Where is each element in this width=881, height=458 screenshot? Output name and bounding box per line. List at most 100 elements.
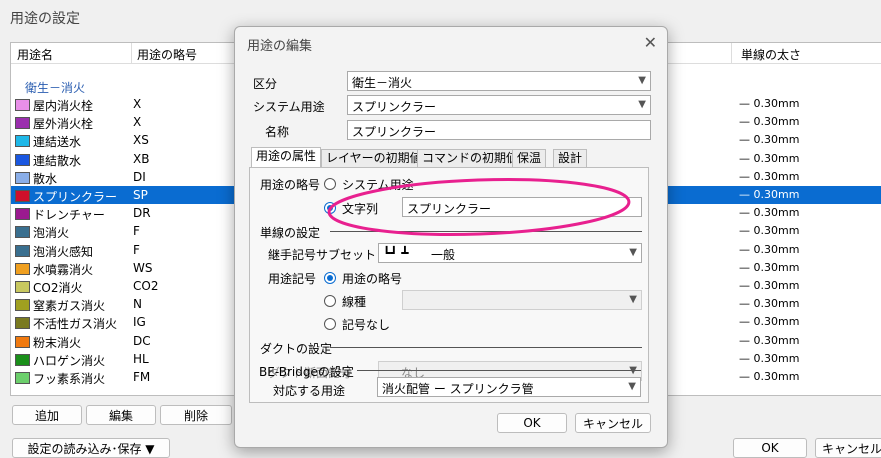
tab-layer-defaults[interactable]: レイヤーの初期値 [321, 149, 427, 167]
row-abbr: SP [133, 188, 148, 202]
row-width: — 0.30mm [739, 97, 800, 110]
row-width: — 0.30mm [739, 370, 800, 383]
color-swatch [15, 190, 30, 202]
radio-none[interactable] [324, 318, 336, 330]
bebridge-label: 対応する用途 [273, 384, 346, 398]
color-swatch [15, 117, 30, 130]
fitting-select[interactable]: ┗┛ ┻ 一般 ▼ [378, 243, 642, 263]
system-label: システム用途 [253, 100, 325, 114]
radio-system-usage-label: システム用途 [342, 178, 414, 192]
system-select[interactable]: スプリンクラー ▼ [347, 95, 651, 115]
chevron-down-icon: ▼ [628, 381, 636, 392]
row-width: — 0.30mm [739, 260, 800, 274]
row-name: 連結散水 [33, 153, 82, 168]
abbr-string-input[interactable]: スプリンクラー [402, 197, 642, 217]
row-abbr: WS [133, 260, 153, 275]
row-width: — 0.30mm [739, 115, 800, 129]
window-title: 用途の設定 [10, 11, 80, 27]
color-swatch [15, 353, 30, 366]
bg-ok-button[interactable]: OK [733, 438, 807, 458]
dialog-title: 用途の編集 [247, 39, 313, 54]
row-abbr: DR [133, 206, 151, 221]
chevron-down-icon: ▼ [629, 247, 637, 258]
delete-button[interactable]: 削除 [160, 405, 232, 425]
row-abbr: DC [133, 333, 151, 348]
category-label: 区分 [253, 77, 278, 91]
tab-command-defaults[interactable]: コマンドの初期値 [417, 149, 524, 167]
header-abbr[interactable]: 用途の略号 [137, 46, 197, 63]
row-width: — 0.30mm [739, 169, 800, 183]
row-name: フッ素系消火 [33, 372, 106, 386]
edit-usage-dialog: 用途の編集 ✕ 区分 衛生－消火 ▼ システム用途 スプリンクラー ▼ 名称 スプリ… [234, 26, 668, 448]
row-name: ハロゲン消火 [33, 353, 106, 368]
dialog-cancel-button[interactable]: キャンセル [575, 413, 651, 433]
radio-symbol-abbr-label: 用途の略号 [342, 272, 403, 286]
color-swatch [15, 135, 30, 148]
row-width: — 0.30mm [739, 297, 800, 311]
color-swatch [15, 171, 30, 184]
color-swatch [15, 226, 30, 239]
chevron-down-icon: ▼ [638, 99, 646, 110]
close-icon[interactable]: ✕ [644, 33, 657, 52]
radio-symbol-abbr[interactable] [324, 272, 336, 284]
row-abbr: XB [133, 151, 150, 166]
row-abbr: X [133, 115, 142, 130]
radio-string[interactable] [324, 202, 336, 214]
color-swatch [15, 281, 30, 293]
fitting-label: 継手記号サブセット [268, 248, 377, 262]
row-name: スプリンクラー [33, 190, 118, 204]
header-name[interactable]: 用途名 [17, 46, 53, 63]
color-swatch [15, 299, 30, 312]
single-line-section: 単線の設定 [260, 226, 321, 240]
row-abbr: XS [133, 133, 149, 148]
row-abbr: X [133, 97, 142, 111]
fitting-symbol-icon: ┗┛ ┻ [383, 246, 409, 260]
tab-insulation[interactable]: 保温 [512, 149, 547, 167]
row-abbr: CO2 [133, 279, 159, 293]
tab-attributes[interactable]: 用途の属性 [251, 147, 322, 167]
tab-design[interactable]: 設計 [553, 149, 588, 167]
row-name: 不活性ガス消火 [33, 317, 118, 332]
dialog-ok-button[interactable]: OK [497, 413, 567, 433]
row-abbr: FM [133, 370, 151, 384]
row-name: 水噴霧消火 [33, 262, 94, 277]
row-name: 粉末消火 [33, 335, 82, 350]
row-width: — 0.30mm [739, 224, 800, 238]
name-label: 名称 [265, 125, 290, 139]
row-width: — 0.30mm [739, 242, 800, 256]
row-name: 連結送水 [33, 135, 82, 150]
radio-linetype[interactable] [324, 295, 336, 307]
row-width: — 0.30mm [739, 315, 800, 329]
row-width: — 0.30mm [739, 206, 800, 220]
color-swatch [15, 153, 30, 166]
color-swatch [15, 208, 30, 221]
abbr-label: 用途の略号 [260, 178, 321, 192]
row-width: — 0.30mm [739, 279, 800, 292]
load-save-button[interactable]: 設定の読み込み･保存 ▼ [12, 438, 170, 458]
color-swatch [15, 317, 30, 330]
radio-system-usage[interactable] [324, 178, 336, 190]
color-swatch [15, 99, 30, 111]
duct-section: ダクトの設定 [260, 342, 333, 356]
row-width: — 0.30mm [739, 351, 800, 365]
category-select[interactable]: 衛生－消火 ▼ [347, 71, 651, 91]
row-width: — 0.30mm [739, 188, 800, 201]
row-name: 窒素ガス消火 [33, 299, 106, 314]
row-width: — 0.30mm [739, 133, 800, 147]
row-abbr: F [133, 224, 140, 239]
row-name: ドレンチャー [33, 208, 105, 223]
edit-button[interactable]: 編集 [86, 405, 156, 425]
header-width[interactable]: 単線の太さ [741, 46, 801, 63]
row-width: — 0.30mm [739, 151, 800, 165]
color-swatch [15, 244, 30, 257]
add-button[interactable]: 追加 [12, 405, 82, 425]
radio-linetype-label: 線種 [342, 295, 367, 309]
group-label: 衛生－消火 [25, 81, 86, 95]
bg-cancel-button[interactable]: キャンセル [815, 438, 881, 458]
row-abbr: DI [133, 169, 146, 184]
symbol-label: 用途記号 [268, 272, 317, 286]
radio-none-label: 記号なし [342, 318, 391, 332]
bebridge-select[interactable]: 消火配管 ー スプリンクラ管 ▼ [377, 377, 641, 397]
linetype-select[interactable]: ▼ [402, 290, 642, 310]
name-input[interactable]: スプリンクラー [347, 120, 651, 140]
